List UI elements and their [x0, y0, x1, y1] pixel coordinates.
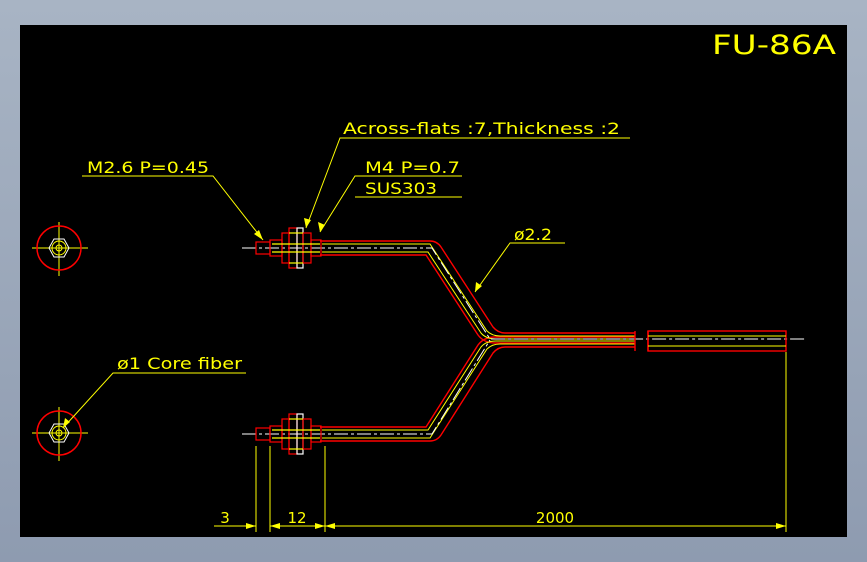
drawing-title: FU-86A — [712, 30, 837, 61]
dimension-12: 12 — [287, 509, 306, 527]
cable-break — [634, 330, 787, 352]
leader-arrows — [63, 218, 482, 428]
fiber-core-lines — [322, 243, 635, 439]
fiber-drawing: FU-86A Across-flats:7,Thickness:2 M2.6… — [32, 30, 837, 532]
dimension-lines — [214, 352, 787, 532]
material-label: SUS303 — [365, 179, 437, 198]
leader-lines — [62, 137, 630, 429]
core-fiber-label: ø1 Core fiber — [117, 354, 243, 373]
across-flats-label: Across-flats :7,Thickness :2 — [343, 119, 620, 138]
dimension-2000: 2000 — [536, 509, 574, 527]
dimension-3: 3 — [220, 509, 230, 527]
cad-drawing-canvas: FU-86A Across-flats:7,Thickness:2 M2.6… — [20, 25, 847, 537]
thread-large-label: M4 P=0.7 — [365, 158, 460, 177]
end-view-bottom — [32, 407, 88, 461]
end-view-top — [32, 222, 88, 276]
thread-small-label: M2.6 P=0.45 — [87, 158, 209, 177]
diameter-label: ø2.2 — [514, 225, 552, 244]
